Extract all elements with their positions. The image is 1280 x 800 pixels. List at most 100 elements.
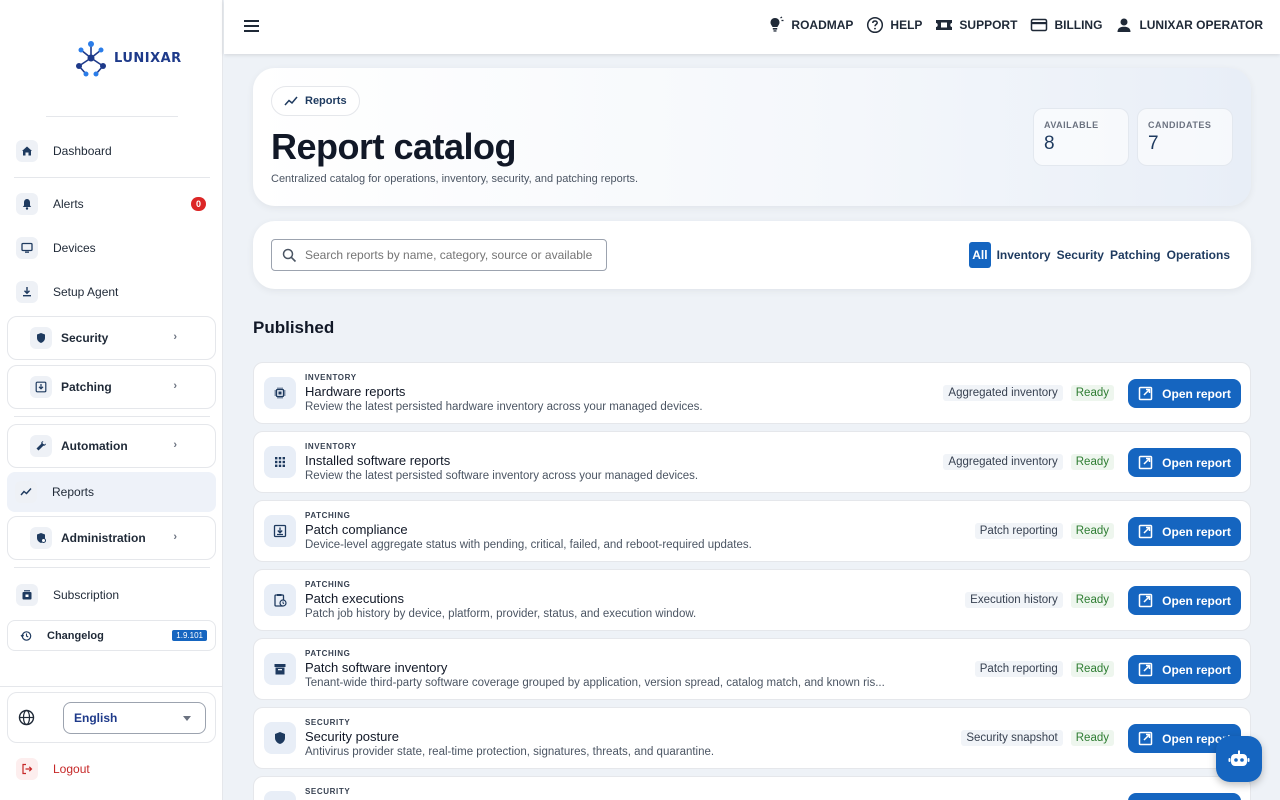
open-report-label: Open report [1162,524,1231,539]
report-source-badge: Patch reporting [974,661,1063,677]
report-row[interactable]: INVENTORY Hardware reports Review the late… [253,362,1251,424]
report-tags: Patch reporting Ready [974,661,1114,677]
brand-logo[interactable]: LUNIXAR [72,38,182,78]
report-row[interactable]: SECURITY Open report [253,776,1251,800]
open-report-button[interactable]: Open report [1128,379,1241,408]
report-status-badge: Ready [1070,523,1114,539]
report-row[interactable]: PATCHING Patch software inventory Tenant-w… [253,638,1251,700]
version-badge: 1.9.101 [172,630,207,641]
archive-icon [264,653,296,685]
nav-group-administration[interactable]: Administration › [7,516,216,560]
report-status-badge: Ready [1070,592,1114,608]
nav-alerts-label: Alerts [53,197,84,211]
nav-changelog[interactable]: Changelog 1.9.101 [7,620,216,651]
filter-security[interactable]: Security [1057,242,1104,268]
report-name: Patch executions [305,591,405,606]
report-row[interactable]: INVENTORY Installed software reports Revie… [253,431,1251,493]
nav-administration-label: Administration [61,531,146,545]
available-stat: AVAILABLE 8 [1033,108,1129,166]
logout-button[interactable]: Logout [16,757,90,781]
open-report-button[interactable]: Open report [1128,793,1241,800]
nav-subscription[interactable]: Subscription [8,575,216,615]
report-source-badge: Aggregated inventory [943,454,1063,470]
breadcrumb-label: Reports [305,95,347,107]
nav-alerts[interactable]: Alerts 0 [8,184,216,224]
search-input[interactable] [305,248,595,262]
logout-label: Logout [53,762,90,776]
nav-dashboard[interactable]: Dashboard [8,131,216,171]
alerts-count-badge: 0 [191,197,206,211]
filter-inventory[interactable]: Inventory [997,242,1051,268]
open-external-icon [1138,731,1153,746]
billing-link[interactable]: BILLING [1030,16,1102,34]
assistant-bot-button[interactable] [1216,736,1262,782]
report-row[interactable]: PATCHING Patch compliance Device-level agg… [253,500,1251,562]
molecule-logo-icon [76,41,106,77]
filter-operations[interactable]: Operations [1167,242,1230,268]
nav-changelog-label: Changelog [47,629,104,642]
available-value: 8 [1044,133,1055,154]
open-report-label: Open report [1162,662,1231,677]
support-link[interactable]: SUPPORT [935,16,1017,34]
menu-toggle-icon[interactable] [244,20,259,35]
nav-group-automation[interactable]: Automation › [7,424,216,468]
report-name: Hardware reports [305,384,406,399]
nav-devices[interactable]: Devices [8,228,216,268]
open-report-button[interactable]: Open report [1128,517,1241,546]
open-report-button[interactable]: Open report [1128,586,1241,615]
language-panel: English [7,692,216,743]
search-box[interactable] [271,239,607,271]
report-tags: Patch reporting Ready [974,523,1114,539]
roadmap-link[interactable]: ROADMAP [767,16,853,34]
wrench-icon [30,435,52,457]
report-row[interactable]: SECURITY Security posture Antivirus provid… [253,707,1251,769]
shield-icon [264,791,296,800]
report-source-badge: Patch reporting [974,523,1063,539]
logout-icon [16,758,38,780]
open-external-icon [1138,524,1153,539]
shield-icon [30,327,52,349]
report-status-badge: Ready [1070,385,1114,401]
language-select[interactable]: English [63,702,206,734]
nav-reports-label: Reports [52,485,95,499]
history-icon [20,630,32,642]
report-category: INVENTORY [305,442,357,451]
report-row[interactable]: PATCHING Patch executions Patch job histor… [253,569,1251,631]
monitor-icon [16,237,38,259]
report-status-badge: Ready [1070,730,1114,746]
nav-dashboard-label: Dashboard [53,144,112,158]
report-description: Device-level aggregate status with pendi… [305,539,752,551]
chevron-right-icon: › [173,439,177,451]
download-box-icon [264,515,296,547]
chip-icon [264,377,296,409]
filter-patching[interactable]: Patching [1110,242,1161,268]
section-title: Published [253,318,335,337]
help-label: HELP [890,18,923,32]
billing-label: BILLING [1054,18,1103,32]
open-report-label: Open report [1162,455,1231,470]
search-icon [282,248,297,262]
nav-reports[interactable]: Reports [7,472,216,512]
robot-icon [1228,750,1250,766]
open-report-button[interactable]: Open report [1128,448,1241,477]
report-description: Tenant-wide third-party software coverag… [305,677,885,689]
filter-all[interactable]: All [969,242,991,268]
apps-grid-icon [264,446,296,478]
help-circle-icon [867,16,884,34]
report-catalog-header: Reports Report catalog Centralized catal… [253,68,1251,206]
user-icon [1117,18,1131,32]
nav-divider [14,177,210,178]
candidates-stat: CANDIDATES 7 [1137,108,1233,166]
open-report-button[interactable]: Open report [1128,655,1241,684]
breadcrumb[interactable]: Reports [271,86,360,116]
available-label: AVAILABLE [1044,120,1099,130]
nav-setup-agent[interactable]: Setup Agent [8,272,216,312]
admin-shield-icon [30,527,52,549]
nav-group-patching[interactable]: Patching › [7,365,216,409]
nav-group-security[interactable]: Security › [7,316,216,360]
help-link[interactable]: HELP [866,16,922,34]
trending-icon [284,96,298,106]
report-description: Review the latest persisted software inv… [305,470,699,482]
user-menu[interactable]: LUNIXAR OPERATOR [1115,16,1263,34]
report-category: SECURITY [305,787,351,796]
